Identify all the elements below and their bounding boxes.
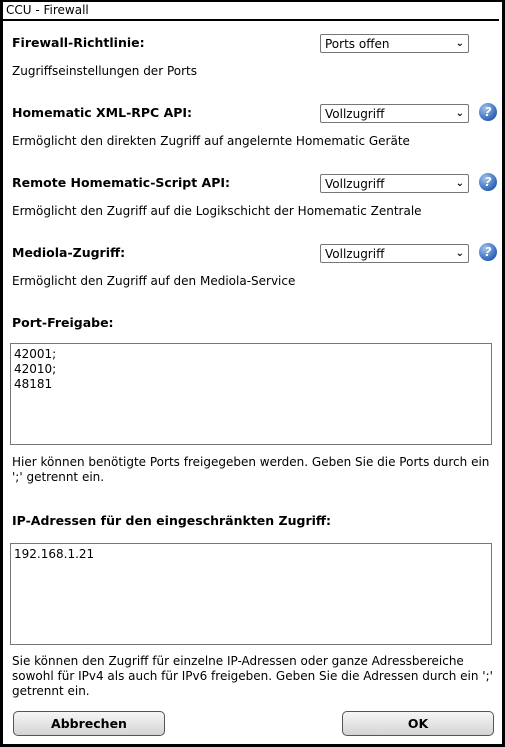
ports-hint: Hier können benötigte Ports freigegeben … [12,455,490,484]
xmlrpc-description: Ermöglicht den direkten Zugriff auf ange… [12,134,410,148]
firewall-policy-select[interactable]: Ports offen ⌄ [320,34,469,53]
ips-label: IP-Adressen für den eingeschränkten Zugr… [12,513,332,528]
ips-textarea[interactable]: 192.168.1.21 [10,543,492,645]
xmlrpc-select[interactable]: Vollzugriff ⌄ [320,104,469,123]
mediola-select[interactable]: Vollzugriff ⌄ [320,244,469,263]
firewall-policy-label: Firewall-Richtlinie: [12,35,145,50]
ports-textarea[interactable]: 42001; 42010; 48181 [10,343,492,445]
script-api-description: Ermöglicht den Zugriff auf die Logikschi… [12,204,422,218]
ok-button[interactable]: OK [342,711,494,736]
script-api-label: Remote Homematic-Script API: [12,175,231,190]
select-value: Vollzugriff [325,246,385,261]
mediola-description: Ermöglicht den Zugriff auf den Mediola-S… [12,274,296,288]
help-icon[interactable]: ? [479,243,497,261]
firewall-policy-description: Zugriffseinstellungen der Ports [12,64,197,78]
select-value: Vollzugriff [325,176,385,191]
window-title: CCU - Firewall [0,0,499,21]
help-icon[interactable]: ? [479,173,497,191]
script-api-select[interactable]: Vollzugriff ⌄ [320,174,469,193]
cancel-button[interactable]: Abbrechen [13,711,165,736]
ports-label: Port-Freigabe: [12,315,114,330]
select-value: Vollzugriff [325,106,385,121]
mediola-label: Mediola-Zugriff: [12,245,126,260]
chevron-down-icon: ⌄ [455,38,464,49]
select-value: Ports offen [325,36,390,51]
ips-hint: Sie können den Zugriff für einzelne IP-A… [12,654,493,698]
help-icon[interactable]: ? [479,103,497,121]
xmlrpc-label: Homematic XML-RPC API: [12,105,193,120]
chevron-down-icon: ⌄ [455,108,464,119]
chevron-down-icon: ⌄ [455,178,464,189]
chevron-down-icon: ⌄ [455,248,464,259]
